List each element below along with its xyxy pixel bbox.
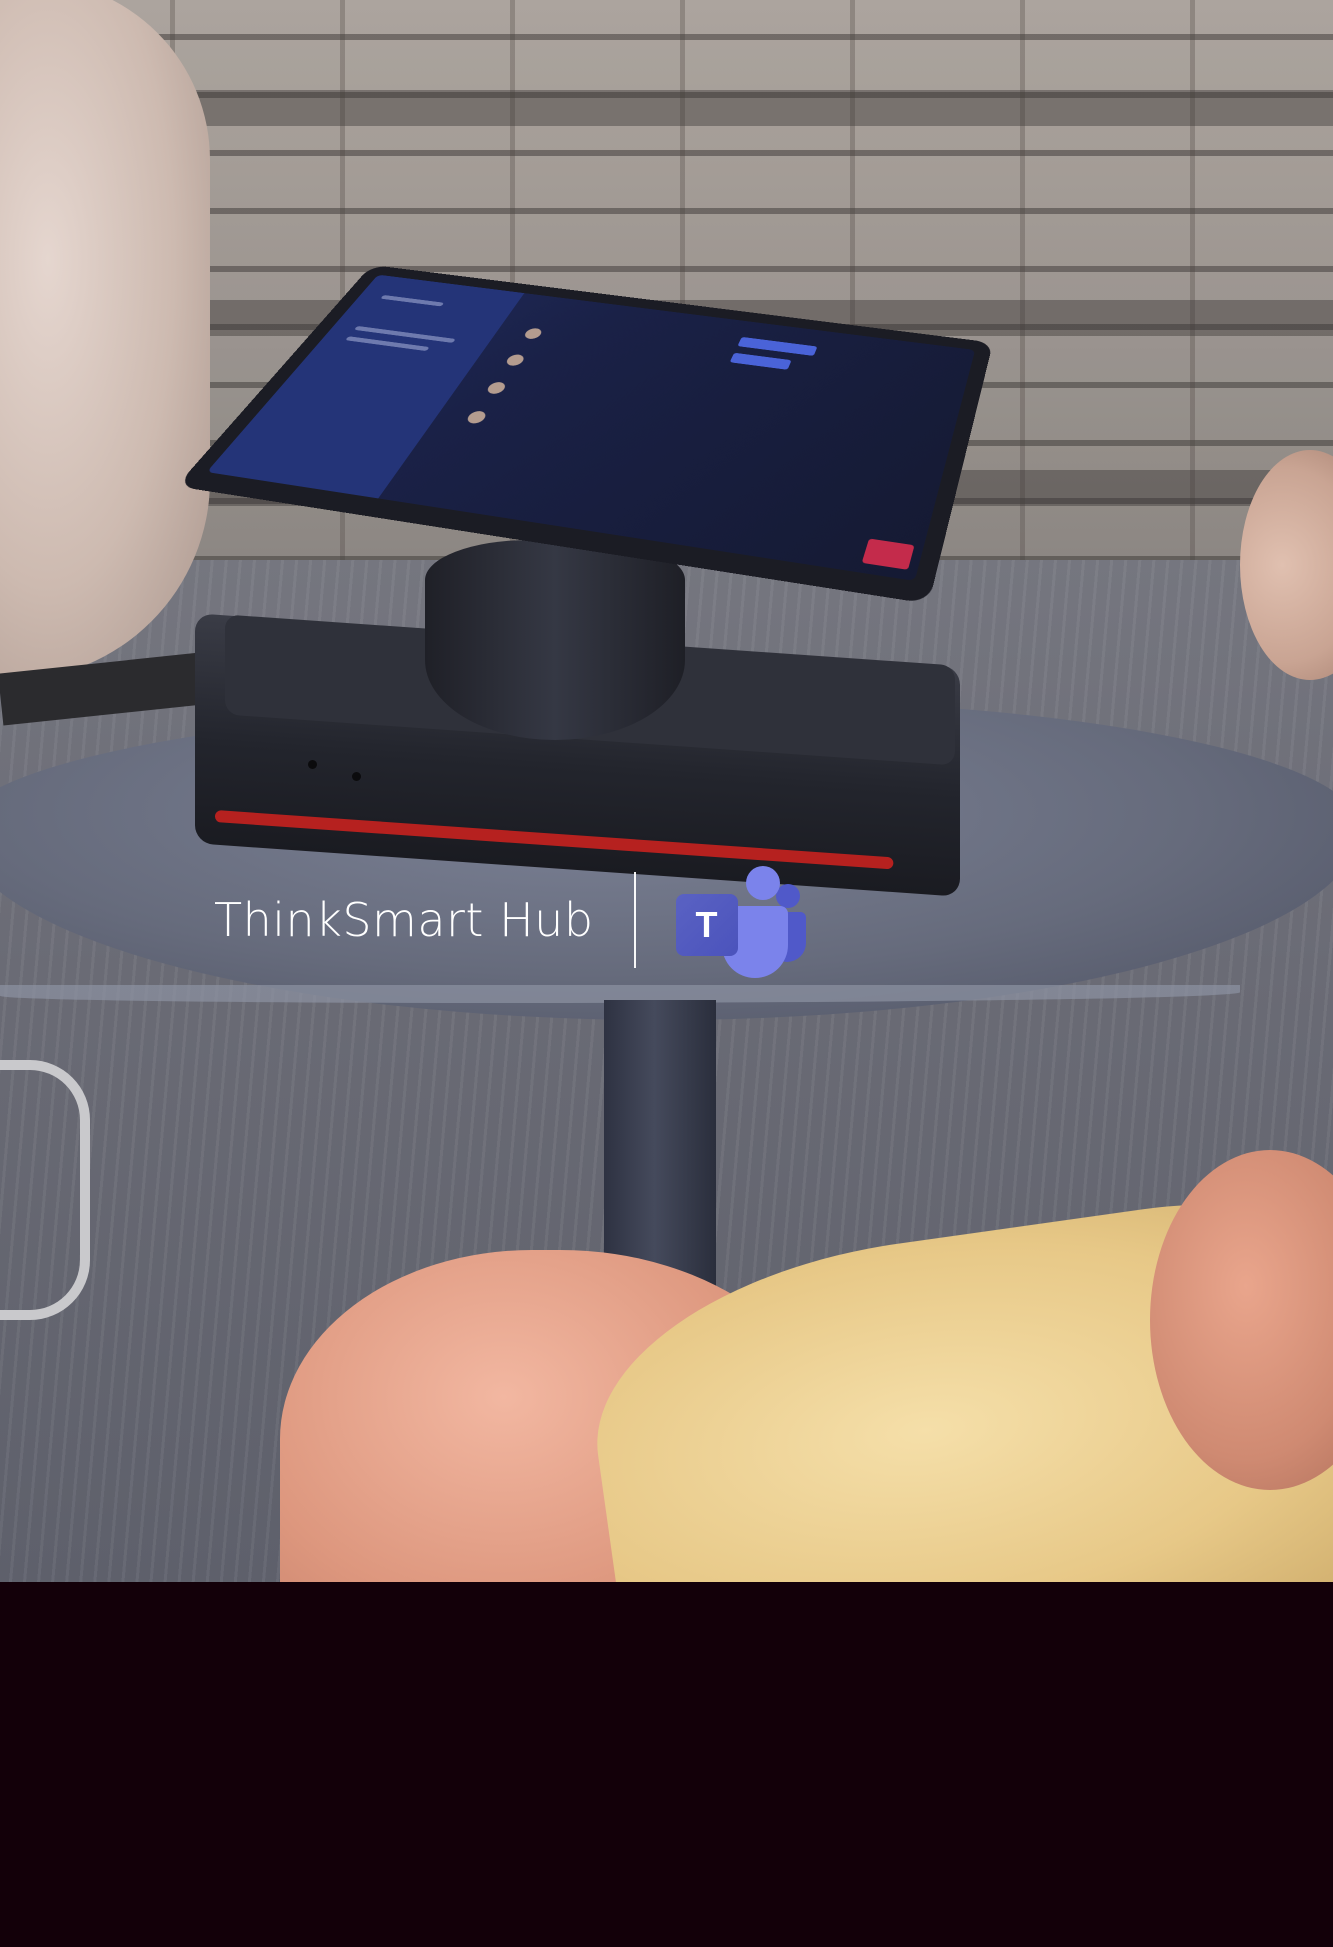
participant-avatar (484, 381, 508, 395)
hub-port (352, 772, 361, 781)
participant-avatar (504, 353, 527, 367)
teams-logo-letter: T (695, 904, 718, 945)
hub-stand (425, 540, 685, 740)
product-photo: ThinkSmart Hub T (0, 0, 1333, 1582)
screen-button (729, 352, 792, 370)
microsoft-teams-icon: T (675, 860, 806, 980)
screen-button (737, 336, 818, 356)
product-name: ThinkSmart Hub (214, 893, 594, 947)
chair (0, 0, 210, 680)
end-call-icon (861, 538, 915, 570)
brand-divider (633, 872, 636, 968)
teams-logo-head (745, 866, 780, 900)
participant-avatar (522, 327, 544, 340)
bottom-band (0, 1582, 1333, 1947)
teams-logo-tile: T (675, 894, 738, 956)
participant-avatar (464, 410, 489, 425)
hub-port (308, 760, 317, 769)
page: ThinkSmart Hub T (0, 0, 1333, 1947)
chair-leg (0, 1060, 90, 1320)
product-branding: ThinkSmart Hub T (214, 860, 806, 980)
